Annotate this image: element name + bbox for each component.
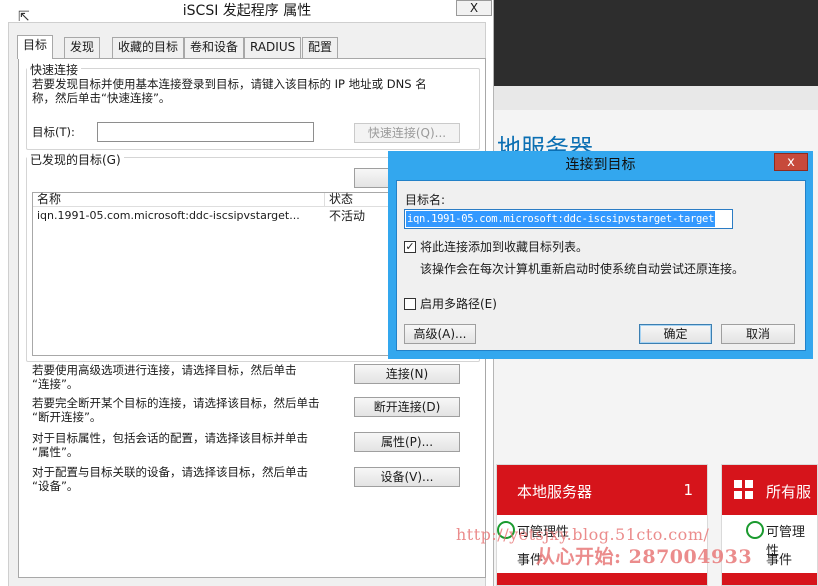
devices-description: 对于配置与目标关联的设备，请选择该目标，然后单击 “设备”。 <box>32 465 308 493</box>
close-icon[interactable]: X <box>456 0 492 16</box>
server-manager-header-bar <box>494 0 818 86</box>
quick-connect-button[interactable]: 快速连接(Q)... <box>354 123 460 143</box>
tab-targets[interactable]: 目标 <box>17 35 54 59</box>
target-row-name[interactable]: iqn.1991-05.com.microsoft:ddc-iscsipvsta… <box>37 209 300 223</box>
tile-header: 本地服务器 1 <box>497 465 707 515</box>
disconnect-description: 若要完全断开某个目标的连接，请选择该目标，然后单击 “断开连接”。 <box>32 396 320 424</box>
server-manager-subheader <box>494 86 818 110</box>
devices-button[interactable]: 设备(V)... <box>354 467 460 487</box>
connect-button[interactable]: 连接(N) <box>354 364 460 384</box>
target-field-label: 目标(T): <box>32 125 75 139</box>
connect-description: 若要使用高级选项进行连接，请选择目标，然后单击 “连接”。 <box>32 363 297 391</box>
checkmark-icon: ✓ <box>405 240 415 253</box>
tile-row-manageability[interactable]: 可管理性 <box>496 521 569 540</box>
ok-button[interactable]: 确定 <box>639 324 712 344</box>
tile-row-events[interactable]: 事件 <box>766 549 792 568</box>
tab-discovery[interactable]: 发现 <box>64 37 101 58</box>
disconnect-button[interactable]: 断开连接(D) <box>354 397 460 417</box>
quick-connect-description: 若要发现目标并使用基本连接登录到目标，请键入该目标的 IP 地址或 DNS 名 … <box>32 77 427 105</box>
window-title: iSCSI 发起程序 属性 <box>182 3 312 19</box>
advanced-button[interactable]: 高级(A)... <box>404 324 476 344</box>
tile-row-events[interactable]: 事件 <box>517 549 543 568</box>
tile-services-bar <box>497 573 707 585</box>
tile-services-bar <box>722 573 817 585</box>
properties-description: 对于目标属性，包括会话的配置，请选择该目标并单击 “属性”。 <box>32 431 308 459</box>
connect-dialog-title: 连接到目标 <box>565 157 636 173</box>
column-name[interactable]: 名称 <box>33 193 325 207</box>
target-name-value: iqn.1991-05.com.microsoft:ddc-iscsipvsta… <box>406 211 716 227</box>
close-icon[interactable]: x <box>774 153 808 171</box>
tab-radius[interactable]: RADIUS <box>244 37 302 58</box>
favorites-checkbox-label[interactable]: 将此连接添加到收藏目标列表。 <box>420 240 588 254</box>
tab-configuration[interactable]: 配置 <box>302 37 339 58</box>
quick-connect-label: 快速连接 <box>27 61 82 78</box>
favorites-checkbox[interactable]: ✓ <box>404 241 416 253</box>
target-input[interactable] <box>97 122 314 142</box>
target-name-input[interactable]: iqn.1991-05.com.microsoft:ddc-iscsipvsta… <box>404 209 733 229</box>
properties-button[interactable]: 属性(P)... <box>354 432 460 452</box>
multipath-checkbox-label[interactable]: 启用多路径(E) <box>420 297 497 311</box>
favorites-note: 该操作会在每次计算机重新启动时使系统自动尝试还原连接。 <box>420 262 745 276</box>
server-tiles-icon <box>734 480 754 500</box>
discovered-targets-label: 已发现的目标(G) <box>27 151 124 168</box>
tile-title: 本地服务器 <box>517 483 593 501</box>
tile-count: 1 <box>683 481 693 499</box>
tile-title: 所有服 <box>766 483 812 501</box>
tab-volumes-devices[interactable]: 卷和设备 <box>184 37 245 58</box>
cancel-button[interactable]: 取消 <box>721 324 795 344</box>
tile-header: 所有服 <box>722 465 817 515</box>
target-name-label: 目标名: <box>405 193 446 207</box>
tile-local-server[interactable]: 本地服务器 1 可管理性 事件 <box>496 464 708 586</box>
multipath-checkbox[interactable] <box>404 298 416 310</box>
tab-favorite-targets[interactable]: 收藏的目标 <box>112 37 185 58</box>
target-row-status[interactable]: 不活动 <box>329 209 365 223</box>
tile-all-servers[interactable]: 所有服 可管理性 事件 <box>721 464 818 586</box>
